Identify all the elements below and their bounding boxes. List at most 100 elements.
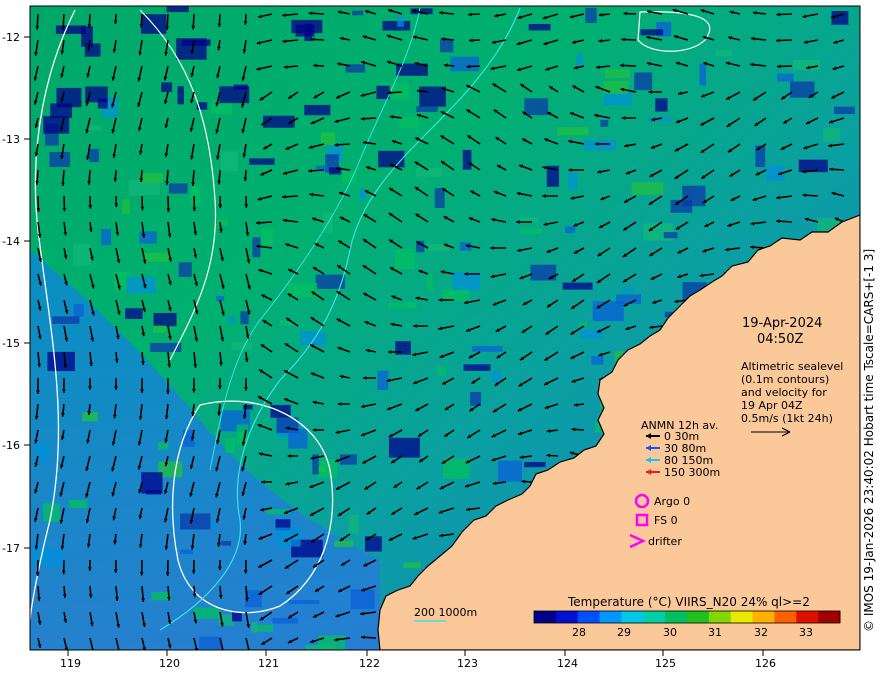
depth-legend: 200 1000m bbox=[414, 606, 477, 622]
colorbar-segment bbox=[643, 611, 666, 623]
sst-patch bbox=[73, 304, 84, 317]
sst-patch bbox=[305, 644, 336, 650]
sst-patch bbox=[275, 527, 301, 547]
y-tick-label: -13 bbox=[2, 133, 20, 146]
colorbar-segment bbox=[534, 611, 557, 623]
sst-patch bbox=[670, 199, 693, 213]
colorbar-segment bbox=[708, 611, 732, 623]
sst-patch bbox=[318, 466, 327, 472]
sst-patch bbox=[145, 490, 162, 495]
sst-patch bbox=[231, 342, 253, 350]
y-tick-label: -17 bbox=[2, 542, 20, 555]
sst-patch bbox=[834, 106, 855, 115]
sst-patch bbox=[84, 43, 101, 57]
y-tick-label: -12 bbox=[2, 31, 20, 44]
sst-patch bbox=[443, 458, 470, 480]
sst-patch bbox=[524, 98, 549, 116]
x-tick-label: 122 bbox=[359, 657, 380, 670]
sst-patch bbox=[394, 248, 415, 270]
sst-patch bbox=[125, 308, 143, 319]
sst-patch bbox=[216, 219, 228, 226]
sst-patch bbox=[179, 549, 193, 554]
altimetry-note-line: (0.1m contours) bbox=[741, 373, 829, 386]
colorbar-segment bbox=[577, 611, 601, 623]
x-tick-label: 126 bbox=[755, 657, 776, 670]
sst-patch bbox=[153, 312, 177, 327]
sst-patch bbox=[388, 302, 417, 309]
sst-patch bbox=[663, 232, 678, 239]
sst-patch bbox=[261, 228, 274, 246]
sst-patch bbox=[634, 72, 653, 91]
sst-patch bbox=[823, 127, 841, 142]
sst-patch bbox=[52, 316, 80, 324]
sst-patch bbox=[181, 39, 211, 46]
sst-patch bbox=[592, 301, 624, 322]
sst-patch bbox=[288, 428, 308, 449]
sst-patch bbox=[304, 104, 331, 116]
y-tick-label: -14 bbox=[2, 235, 20, 248]
x-tick-label: 123 bbox=[457, 657, 478, 670]
sst-patch bbox=[699, 63, 707, 86]
sst-patch bbox=[591, 356, 604, 365]
sst-patch bbox=[350, 589, 375, 610]
sst-patch bbox=[300, 331, 326, 346]
colorbar-segment bbox=[687, 611, 710, 623]
sst-patch bbox=[603, 80, 629, 94]
sst-patch bbox=[497, 460, 522, 482]
colorbar-tick-label: 32 bbox=[754, 626, 768, 639]
colorbar-segment bbox=[774, 611, 797, 623]
sst-patch bbox=[141, 173, 163, 183]
sst-patch bbox=[225, 438, 236, 453]
map-time: 04:50Z bbox=[757, 332, 803, 347]
colorbar-gradient bbox=[534, 611, 841, 623]
sst-patch bbox=[180, 513, 211, 530]
sst-patch bbox=[604, 69, 630, 79]
colorbar-segment bbox=[555, 611, 579, 623]
colorbar-tick-label: 30 bbox=[663, 626, 677, 639]
map-date: 19-Apr-2024 bbox=[742, 316, 822, 331]
sst-patch bbox=[585, 7, 597, 24]
sst-patch bbox=[288, 600, 320, 605]
sst-patch bbox=[562, 282, 593, 290]
sst-patch bbox=[177, 86, 184, 105]
fs-label: FS 0 bbox=[654, 514, 678, 527]
sst-patch bbox=[397, 14, 404, 27]
colorbar-tick-label: 29 bbox=[617, 626, 631, 639]
sst-patch bbox=[565, 226, 576, 234]
colorbar-tick-label: 28 bbox=[572, 626, 586, 639]
x-axis: 119 120 121 122 123 124 125 126 bbox=[60, 650, 776, 670]
sst-patch bbox=[491, 371, 502, 383]
sst-patch bbox=[388, 437, 420, 458]
copyright-caption: © IMOS 19-Jan-2026 23:40:02 Hobart time … bbox=[862, 248, 876, 632]
colorbar-segment bbox=[796, 611, 819, 623]
colorbar-segment bbox=[818, 611, 841, 623]
sst-patch bbox=[126, 276, 157, 294]
legend-item-label: 150 300m bbox=[664, 466, 720, 479]
sst-patch bbox=[584, 139, 616, 151]
sst-patch bbox=[295, 24, 315, 37]
depth-legend-label: 200 1000m bbox=[414, 606, 477, 619]
sst-patch bbox=[139, 231, 157, 244]
sst-patch bbox=[122, 199, 130, 215]
altimetry-note-line: 0.5m/s (1kt 24h) bbox=[741, 412, 833, 425]
colorbar-segment bbox=[621, 611, 644, 623]
altimetry-note-line: Altimetric sealevel bbox=[741, 360, 843, 373]
sst-patch bbox=[157, 441, 169, 450]
sst-patch bbox=[631, 182, 664, 195]
sst-patch bbox=[220, 540, 232, 546]
sst-patch bbox=[142, 252, 170, 262]
sst-patch bbox=[82, 412, 98, 422]
sst-patch bbox=[472, 346, 503, 352]
sst-patch bbox=[287, 283, 318, 297]
sst-patch bbox=[462, 149, 472, 170]
sst-map: -12 -13 -14 -15 -16 -17 119 120 121 122 … bbox=[2, 5, 861, 670]
colorbar-tick-label: 31 bbox=[708, 626, 722, 639]
sst-patch bbox=[232, 612, 242, 622]
sst-patch bbox=[49, 151, 71, 167]
sst-patch bbox=[416, 106, 438, 112]
sst-patch bbox=[600, 119, 609, 127]
sst-patch bbox=[86, 125, 101, 131]
sst-patch bbox=[168, 183, 188, 194]
x-tick-label: 119 bbox=[60, 657, 81, 670]
sst-patch bbox=[530, 264, 557, 281]
